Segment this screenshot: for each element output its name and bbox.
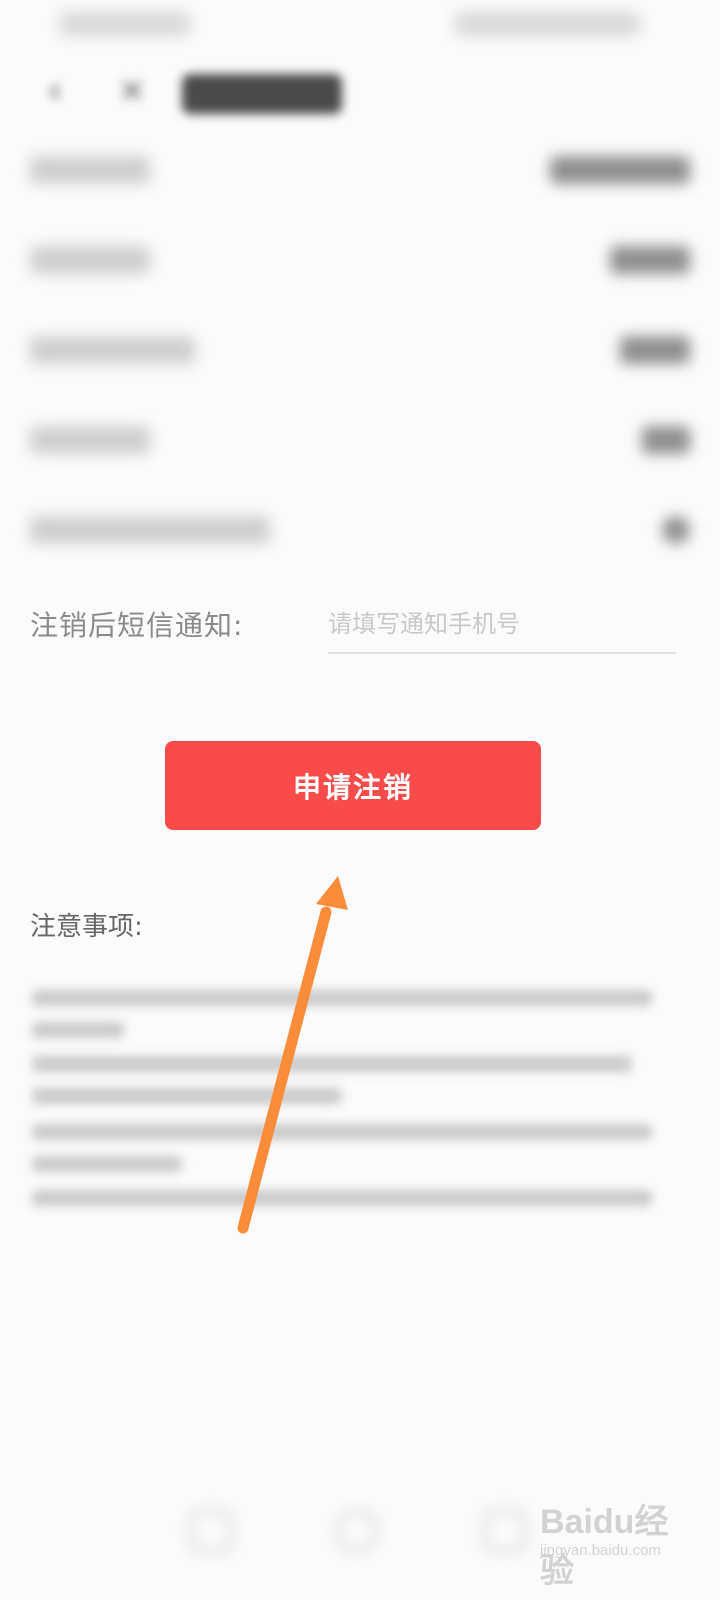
info-row [30,330,690,370]
notify-phone-input[interactable] [328,596,676,654]
apply-cancel-button[interactable]: 申请注销 [165,741,541,830]
info-label [30,246,150,274]
info-value [550,156,690,184]
info-value [662,516,690,544]
notes-line [32,1124,652,1140]
info-row [30,240,690,280]
sms-notice-row: 注销后短信通知: [30,596,690,660]
info-value [642,426,690,454]
info-label [30,156,150,184]
notes-line [32,1190,652,1206]
recent-nav-icon[interactable] [484,1510,526,1552]
back-nav-icon[interactable] [190,1510,232,1552]
info-label [30,336,195,364]
sms-notice-label: 注销后短信通知: [30,609,244,642]
chevron-left-icon[interactable]: ‹ [38,70,72,110]
info-label [30,426,150,454]
info-row [30,150,690,190]
nav-bar: ‹ × [0,52,720,128]
status-time-carrier [60,12,190,36]
notes-line [32,1088,342,1104]
close-icon[interactable]: × [112,70,152,110]
notes-line [32,1056,632,1072]
info-value [620,336,690,364]
status-indicators [455,12,640,36]
notes-line [32,1156,182,1172]
notes-line [32,1022,124,1038]
cancel-account-screen: ‹ × 注销后短信通知: 申请注销 注意事项: [0,0,720,1600]
arrow-head [316,876,348,910]
info-label [30,516,270,544]
status-bar [0,0,720,50]
watermark-url: jingyan.baidu.com [540,1542,661,1559]
info-row [30,510,690,550]
home-nav-icon[interactable] [336,1510,378,1552]
notes-title: 注意事项: [30,912,143,942]
info-value [610,246,690,274]
info-row [30,420,690,460]
page-title [182,74,342,114]
notes-line [32,990,652,1006]
baidu-watermark: Baidu经验 jingyan.baidu.com [540,1494,700,1590]
